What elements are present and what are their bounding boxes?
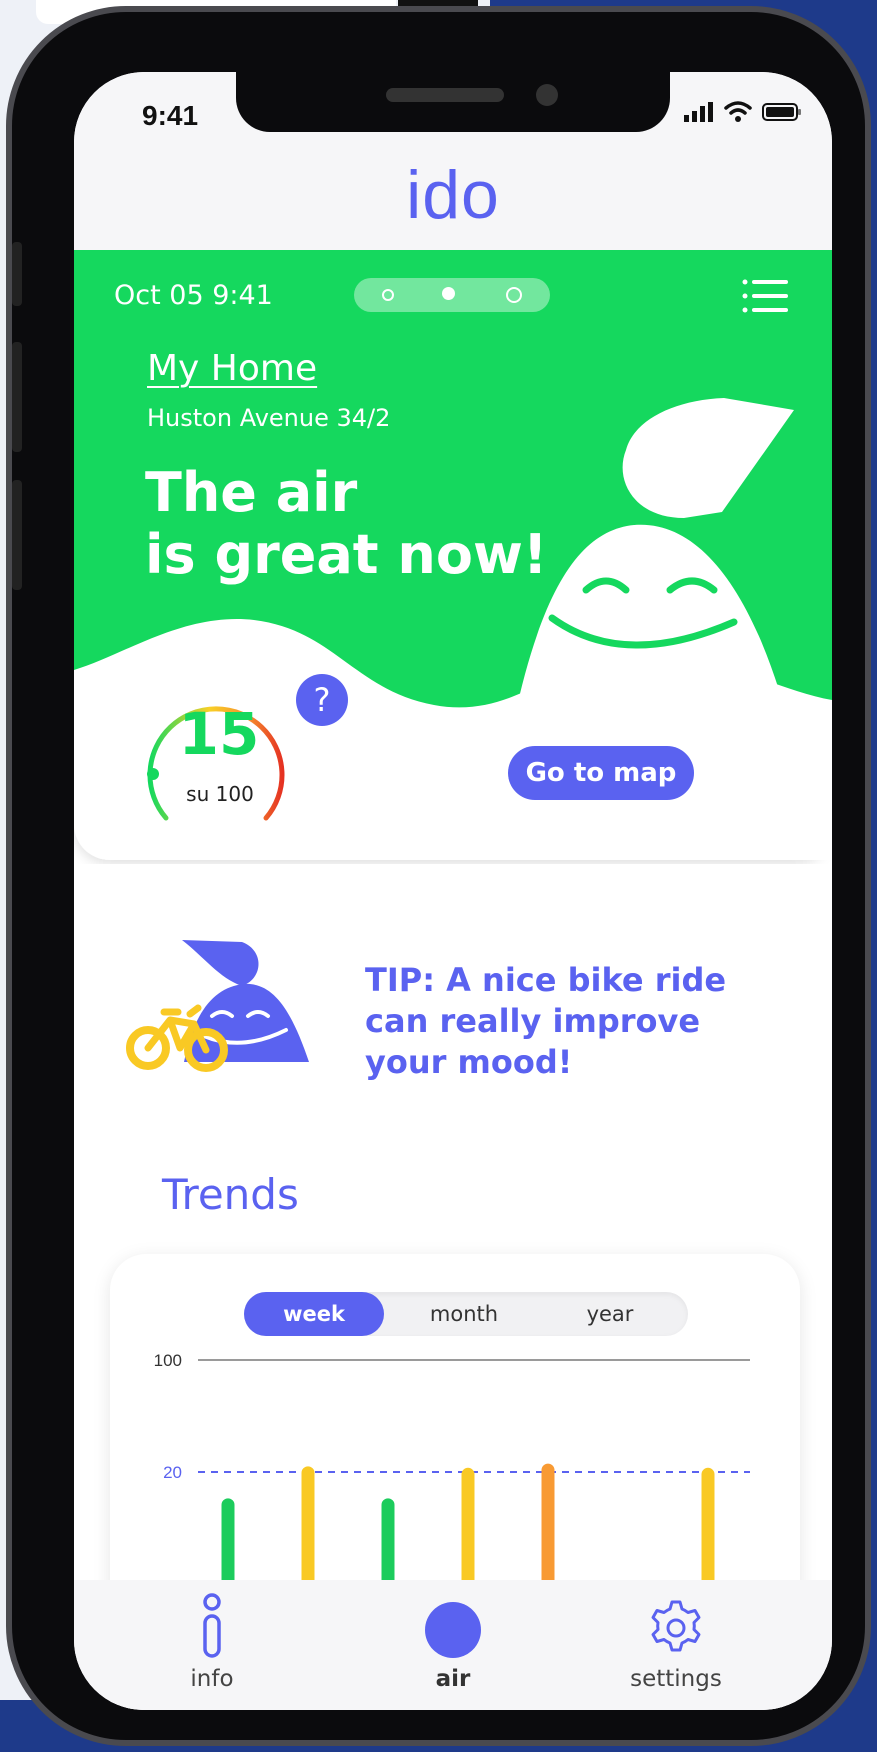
pager-dot-2[interactable] (442, 287, 455, 300)
tip-line-1: TIP: A nice bike ride (365, 961, 727, 999)
headline-line-1: The air (145, 461, 358, 524)
cellular-icon (684, 102, 713, 122)
info-icon (203, 1593, 221, 1658)
phone-frame: 9:41 ido Oct 05 9:41 My Home Huston Aven… (6, 6, 871, 1746)
go-to-map-button[interactable]: Go to map (508, 746, 694, 800)
mute-switch (12, 242, 22, 306)
gear-icon (651, 1600, 701, 1652)
speaker-grille (386, 88, 504, 102)
headline-line-2: is great now! (145, 523, 548, 586)
trends-title: Trends (162, 1170, 299, 1219)
y-tick-label-20: 20 (163, 1463, 182, 1482)
tab-settings[interactable]: settings (596, 1590, 756, 1702)
period-selector: week month year (244, 1292, 688, 1336)
pager-dot-1[interactable] (382, 289, 394, 301)
tab-air-label: air (435, 1666, 471, 1692)
air-icon (425, 1602, 481, 1658)
tab-info-label: info (190, 1666, 234, 1692)
volume-up-button (12, 342, 22, 452)
volume-down-button (12, 480, 22, 590)
tab-month[interactable]: month (394, 1292, 534, 1336)
header: 9:41 ido (74, 72, 832, 252)
air-status-headline: The air is great now! (145, 462, 547, 586)
system-icons (684, 100, 802, 122)
wifi-icon (724, 101, 752, 122)
app-logo: ido (406, 157, 500, 233)
pager-dot-3[interactable] (506, 287, 522, 303)
bottom-tab-bar: info air settings (74, 1580, 832, 1710)
aqi-scale: su 100 (186, 782, 254, 806)
bike-mascot-illustration (126, 940, 309, 1072)
date-time: Oct 05 9:41 (114, 280, 273, 311)
tab-week[interactable]: week (244, 1292, 384, 1336)
location-address: Huston Avenue 34/2 (147, 404, 391, 432)
battery-icon (762, 103, 801, 121)
tip-line-2: can really improve (365, 1002, 701, 1040)
status-time: 9:41 (142, 100, 199, 131)
menu-icon[interactable] (742, 278, 788, 314)
air-quality-hero: Oct 05 9:41 My Home Huston Avenue 34/2 T… (74, 250, 832, 864)
tab-info[interactable]: info (132, 1590, 292, 1702)
tab-air[interactable]: air (373, 1590, 533, 1702)
tab-year[interactable]: year (540, 1292, 680, 1336)
location-name[interactable]: My Home (147, 348, 317, 389)
device-notch (236, 72, 670, 132)
help-button[interactable]: ? (296, 674, 348, 726)
front-camera (536, 84, 558, 106)
tab-settings-label: settings (630, 1666, 722, 1692)
tip-line-3: your mood! (365, 1043, 573, 1081)
location-pager[interactable] (354, 278, 550, 312)
y-tick-label-100: 100 (154, 1354, 182, 1370)
app-screen: 9:41 ido Oct 05 9:41 My Home Huston Aven… (74, 72, 832, 1710)
tip-text: TIP: A nice bike ride can really improve… (365, 960, 765, 1083)
aqi-value: 15 (178, 700, 260, 768)
